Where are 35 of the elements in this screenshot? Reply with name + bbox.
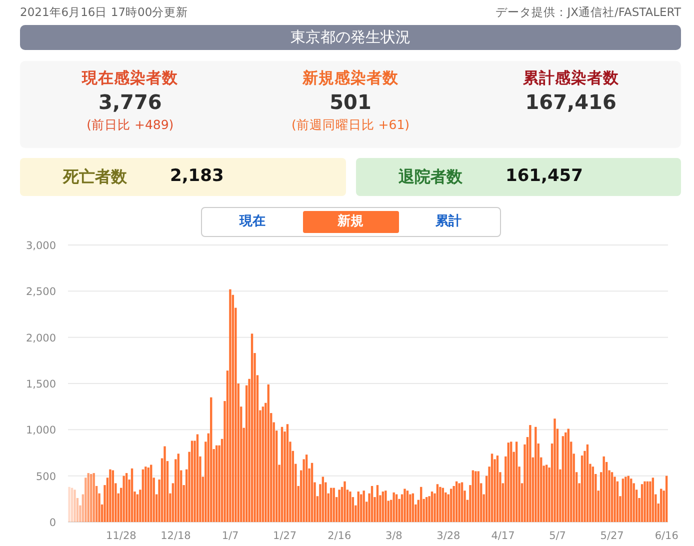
update-time: 2021年6月16日 17時00分更新 — [20, 4, 188, 20]
axis-label: 1,000 — [26, 424, 56, 437]
data-source: データ提供：JX通信社/FASTALERT — [495, 4, 681, 20]
total-label: 退院者数 — [398, 166, 464, 188]
axis-label: 0 — [49, 517, 56, 529]
stat-value: 3,776 — [98, 89, 163, 115]
axis-label: 12/18 — [160, 530, 191, 542]
stat-change: (前週同曜日比 +61) — [290, 116, 411, 134]
axis-label: 1/7 — [222, 530, 239, 542]
axis-label: 4/17 — [491, 530, 515, 542]
axis-label: 11/28 — [106, 530, 136, 542]
axis-label: 3/28 — [436, 530, 460, 542]
axis-label: 6/16 — [654, 530, 678, 542]
axis-label: 2/16 — [328, 530, 352, 542]
view-tab[interactable]: 累計 — [400, 211, 496, 233]
stat-value: 501 — [328, 89, 372, 115]
axis-label: 1/27 — [273, 530, 297, 542]
axis-label: 2,000 — [26, 332, 56, 344]
total-value: 161,457 — [506, 165, 583, 188]
total-value: 2,183 — [170, 165, 224, 188]
stat-value: 167,416 — [524, 89, 618, 115]
axis-label: 3,000 — [26, 240, 56, 252]
view-tab[interactable]: 現在 — [204, 211, 300, 233]
stat-change: (前日比 +489) — [86, 116, 175, 134]
axis-label: 500 — [36, 470, 56, 483]
section-title: 東京都の発生状況 — [20, 25, 681, 50]
stat-label: 累計感染者数 — [522, 68, 620, 89]
axis-label: 5/27 — [600, 530, 624, 542]
axis-label: 3/8 — [385, 530, 402, 542]
total-label: 死亡者数 — [62, 166, 128, 188]
stat-label: 現在感染者数 — [80, 68, 180, 89]
stat-label: 新規感染者数 — [301, 68, 400, 89]
axis-label: 5/7 — [549, 530, 566, 542]
axis-label: 2,500 — [26, 286, 56, 298]
axis-label: 1,500 — [26, 378, 56, 390]
